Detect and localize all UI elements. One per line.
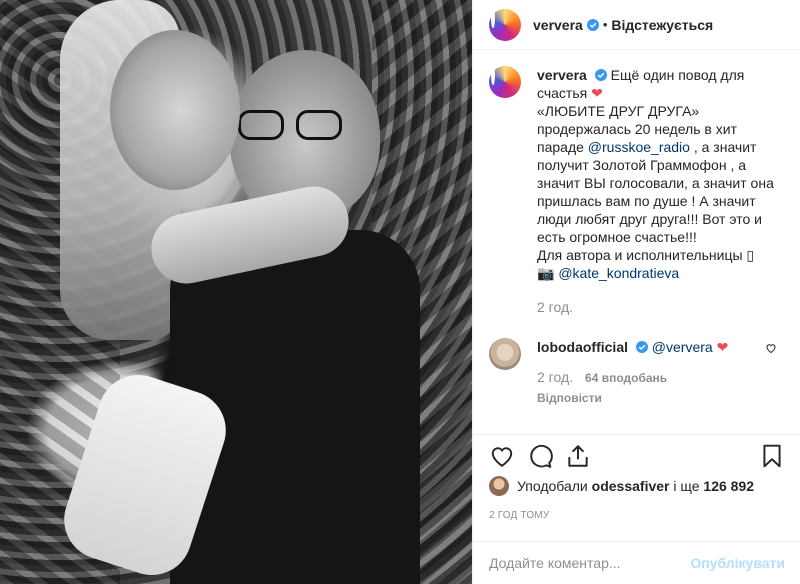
separator-dot: • <box>602 17 608 32</box>
post-sidebar: ververa • Відстежується ververa Ещё один… <box>472 0 800 584</box>
caption-text-4: Для автора и исполнительницы ▯ <box>537 247 755 263</box>
photo-glasses <box>238 110 348 140</box>
likes-middle: і ще <box>673 478 700 494</box>
comment-meta: 2 год. 64 вподобань <box>537 368 777 387</box>
caption-time[interactable]: 2 год. <box>537 298 777 316</box>
caption-username[interactable]: ververa <box>537 67 587 83</box>
bookmark-icon[interactable] <box>759 443 785 469</box>
commenter-username[interactable]: lobodaofficial <box>537 339 628 355</box>
reply-button[interactable]: Відповісти <box>537 389 777 407</box>
mention-link[interactable]: @ververa <box>652 339 713 355</box>
comment-body: lobodaofficial @ververa ❤ 2 год. 64 впод… <box>537 338 777 407</box>
heart-icon: ❤ <box>716 339 729 355</box>
camera-icon: 📷 <box>537 265 555 281</box>
likes-summary: Уподобали odessafiver і ще 126 892 <box>489 476 754 496</box>
post-timestamp[interactable]: 2 ГОД ТОМУ <box>489 510 549 521</box>
author-avatar[interactable] <box>489 8 521 41</box>
comment-row: lobodaofficial @ververa ❤ 2 год. 64 впод… <box>489 338 785 407</box>
comment-time[interactable]: 2 год. <box>537 368 573 386</box>
mention-link[interactable]: @kate_kondratieva <box>558 265 679 281</box>
caption-row: ververa Ещё один повод для счастья ❤ «ЛЮ… <box>489 66 785 316</box>
add-comment-bar: Опублікувати <box>473 541 800 584</box>
follow-status-button[interactable]: Відстежується <box>611 17 713 33</box>
likes-prefix: Уподобали <box>517 478 588 494</box>
comment-like-icon[interactable] <box>765 342 777 354</box>
heart-icon[interactable] <box>489 443 515 469</box>
post-photo[interactable] <box>0 0 472 584</box>
commenter-avatar[interactable] <box>489 338 521 370</box>
share-icon[interactable] <box>565 443 591 469</box>
verified-icon <box>635 341 648 353</box>
verified-icon <box>594 69 607 81</box>
likes-count[interactable]: 126 892 <box>703 478 754 494</box>
photo-woman-head <box>110 30 240 190</box>
comment-icon[interactable] <box>527 443 553 469</box>
comments-area: ververa Ещё один повод для счастья ❤ «ЛЮ… <box>473 50 800 434</box>
caption-avatar[interactable] <box>489 66 521 98</box>
author-username[interactable]: ververa <box>533 17 583 33</box>
mention-link[interactable]: @russkoe_radio <box>588 139 690 155</box>
liker-avatar[interactable] <box>489 476 509 496</box>
publish-button[interactable]: Опублікувати <box>690 555 785 571</box>
caption-body: ververa Ещё один повод для счастья ❤ «ЛЮ… <box>537 66 777 316</box>
comment-input[interactable] <box>489 555 691 571</box>
action-bar <box>473 434 800 476</box>
post-header: ververa • Відстежується <box>473 0 800 50</box>
liker-username[interactable]: odessafiver <box>592 478 670 494</box>
heart-icon: ❤ <box>591 85 603 101</box>
comment-likes[interactable]: 64 вподобань <box>585 369 667 387</box>
verified-icon <box>586 18 599 31</box>
